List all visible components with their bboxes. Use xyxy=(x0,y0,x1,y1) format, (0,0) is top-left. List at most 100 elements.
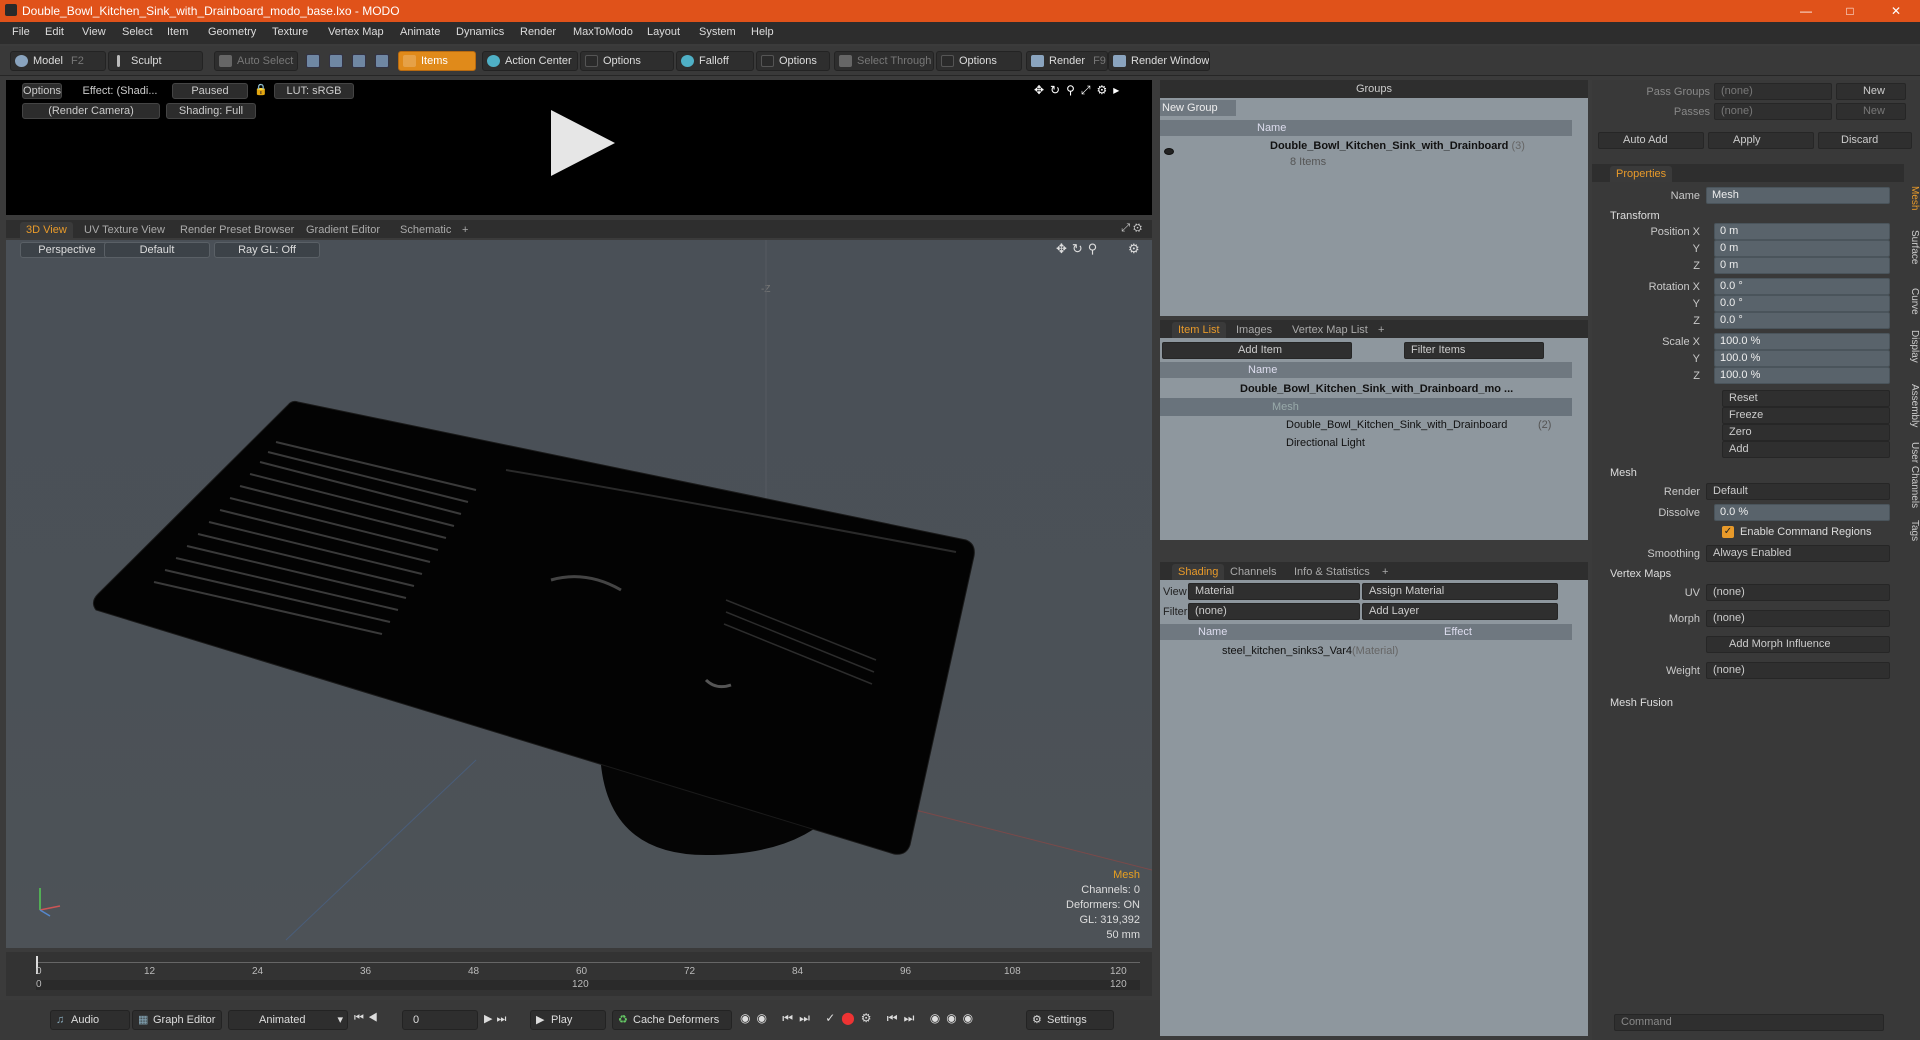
pass-groups-dropdown[interactable]: (none) xyxy=(1714,83,1832,100)
assign-material-button[interactable]: Assign Material xyxy=(1362,583,1558,600)
name-input[interactable]: Mesh xyxy=(1706,187,1890,204)
mesh-section[interactable]: Mesh xyxy=(1610,467,1637,479)
frame-input[interactable]: 0 xyxy=(402,1010,478,1030)
render-button[interactable]: Render F9 xyxy=(1026,51,1108,71)
position-y-input[interactable]: 0 m xyxy=(1714,240,1890,257)
next-key-icons[interactable]: ▶⏭ xyxy=(484,1012,510,1026)
command-input[interactable]: Command xyxy=(1614,1014,1884,1031)
menu-select[interactable]: Select xyxy=(122,26,153,38)
menu-maxtomodo[interactable]: MaxToModo xyxy=(573,26,633,38)
weight-dropdown[interactable]: (none) xyxy=(1706,662,1890,679)
menu-view[interactable]: View xyxy=(82,26,106,38)
shading-dropdown[interactable]: Shading: Full xyxy=(166,103,256,119)
add-layer-dropdown[interactable]: Add Layer xyxy=(1362,603,1558,620)
freeze-dropdown[interactable]: Freeze xyxy=(1722,407,1890,424)
side-tab-curve[interactable]: Curve xyxy=(1906,288,1920,315)
paused-button[interactable]: Paused xyxy=(172,83,248,99)
graph-editor-button[interactable]: ▦ Graph Editor xyxy=(132,1010,222,1030)
list-item[interactable]: Mesh xyxy=(1160,398,1572,416)
tab-images[interactable]: Images xyxy=(1230,322,1278,338)
menu-layout[interactable]: Layout xyxy=(647,26,680,38)
play-icon[interactable] xyxy=(551,110,615,176)
morph-dropdown[interactable]: (none) xyxy=(1706,610,1890,627)
group-item[interactable]: Double_Bowl_Kitchen_Sink_with_Drainboard… xyxy=(1270,140,1525,152)
select-through-button[interactable]: Select Through xyxy=(834,51,934,71)
menu-geometry[interactable]: Geometry xyxy=(208,26,256,38)
model-mode-button[interactable]: Model F2 xyxy=(10,51,106,71)
viewport-3d[interactable]: Perspective Default Ray GL: Off ✥↻⚲ ⚙ -Z… xyxy=(6,240,1152,948)
discard-button[interactable]: Discard xyxy=(1818,132,1912,149)
uv-dropdown[interactable]: (none) xyxy=(1706,584,1890,601)
render-window-button[interactable]: Render Window xyxy=(1108,51,1210,71)
tab-3d-view[interactable]: 3D View xyxy=(20,222,73,238)
menu-edit[interactable]: Edit xyxy=(45,26,64,38)
menu-help[interactable]: Help xyxy=(751,26,774,38)
timeline[interactable]: 0 12 24 36 48 60 72 84 96 108 120 0 120 … xyxy=(6,952,1152,996)
add-tab-button[interactable]: + xyxy=(456,222,474,238)
minimize-button[interactable]: — xyxy=(1786,2,1826,20)
effect-dropdown[interactable]: Effect: (Shadi... xyxy=(74,83,166,99)
tab-shading[interactable]: Shading xyxy=(1172,564,1225,580)
add-item-dropdown[interactable]: Add Item xyxy=(1162,342,1352,359)
scale-z-input[interactable]: 100.0 % xyxy=(1714,367,1890,384)
tab-item-list[interactable]: Item List xyxy=(1172,322,1226,338)
tab-info-statistics[interactable]: Info & Statistics xyxy=(1288,564,1376,580)
shader-row[interactable]: steel_kitchen_sinks3_Var4 (Material) xyxy=(1160,642,1572,660)
new-pass-button[interactable]: New xyxy=(1836,83,1906,100)
animated-dropdown[interactable]: Animated ▾ xyxy=(228,1010,348,1030)
lock-icon[interactable]: 🔒 xyxy=(254,83,268,99)
add-morph-influence-button[interactable]: Add Morph Influence xyxy=(1706,636,1890,653)
menu-texture[interactable]: Texture xyxy=(272,26,308,38)
menu-system[interactable]: System xyxy=(699,26,736,38)
menu-file[interactable]: File xyxy=(12,26,30,38)
settings-button[interactable]: ⚙ Settings xyxy=(1026,1010,1114,1030)
rotation-y-input[interactable]: 0.0 ° xyxy=(1714,295,1890,312)
tab-properties[interactable]: Properties xyxy=(1610,166,1673,182)
render-dropdown[interactable]: Default xyxy=(1706,483,1890,500)
vertices-mode-icon[interactable] xyxy=(306,54,320,68)
tab-render-preset-browser[interactable]: Render Preset Browser xyxy=(174,222,300,238)
audio-button[interactable]: ♫ Audio xyxy=(50,1010,130,1030)
action-center-button[interactable]: Action Center xyxy=(482,51,578,71)
smoothing-dropdown[interactable]: Always Enabled xyxy=(1706,545,1890,562)
apply-button[interactable]: Apply xyxy=(1708,132,1814,149)
tab-schematic[interactable]: Schematic xyxy=(394,222,457,238)
filter-items-input[interactable]: Filter Items xyxy=(1404,342,1544,359)
add-tab-button[interactable]: + xyxy=(1376,564,1394,580)
position-x-input[interactable]: 0 m xyxy=(1714,223,1890,240)
side-tab-display[interactable]: Display xyxy=(1906,330,1920,363)
side-tab-assembly[interactable]: Assembly xyxy=(1906,384,1920,427)
preview-nav-icons[interactable]: ✥↻⚲⤢⚙▸ xyxy=(1034,83,1125,98)
tab-gradient-editor[interactable]: Gradient Editor xyxy=(300,222,386,238)
preview-options-button[interactable]: Options xyxy=(22,83,62,99)
rotation-z-input[interactable]: 0.0 ° xyxy=(1714,312,1890,329)
list-item[interactable]: Double_Bowl_Kitchen_Sink_with_Drainboard… xyxy=(1160,416,1572,434)
vertex-maps-section[interactable]: Vertex Maps xyxy=(1610,568,1671,580)
new-group-button[interactable]: New Group xyxy=(1160,100,1236,116)
auto-select-button[interactable]: Auto Select xyxy=(214,51,298,71)
list-item[interactable]: Double_Bowl_Kitchen_Sink_with_Drainboard… xyxy=(1160,380,1572,398)
side-tab-tags[interactable]: Tags xyxy=(1906,520,1920,541)
render-preview[interactable]: Options Effect: (Shadi... Paused 🔒 LUT: … xyxy=(6,80,1152,215)
add-tab-button[interactable]: + xyxy=(1372,322,1390,338)
tab-channels[interactable]: Channels xyxy=(1224,564,1282,580)
side-tab-surface[interactable]: Surface xyxy=(1906,230,1920,264)
maximize-button[interactable]: □ xyxy=(1830,2,1870,20)
enable-command-regions-checkbox[interactable]: ✓ xyxy=(1722,526,1734,538)
action-center-options-button[interactable]: Options xyxy=(580,51,674,71)
prev-key-icons[interactable]: ⏮◀ xyxy=(354,1012,382,1025)
zero-dropdown[interactable]: Zero xyxy=(1722,424,1890,441)
transform-section[interactable]: Transform xyxy=(1610,210,1660,222)
side-tab-mesh[interactable]: Mesh xyxy=(1906,186,1920,210)
view-dropdown[interactable]: Material xyxy=(1188,583,1360,600)
play-button[interactable]: ▶ Play xyxy=(530,1010,606,1030)
menu-render[interactable]: Render xyxy=(520,26,556,38)
key-tools-icons[interactable]: ◉◉ ⏮⏭ ✓⬤⚙ ⏮⏭ ◉◉◉ xyxy=(740,1011,979,1026)
menu-dynamics[interactable]: Dynamics xyxy=(456,26,504,38)
edges-mode-icon[interactable] xyxy=(329,54,343,68)
cache-deformers-button[interactable]: ♻ Cache Deformers xyxy=(612,1010,732,1030)
rotation-x-input[interactable]: 0.0 ° xyxy=(1714,278,1890,295)
falloff-options-button[interactable]: Options xyxy=(756,51,830,71)
dissolve-input[interactable]: 0.0 % xyxy=(1714,504,1890,521)
tab-vertex-map-list[interactable]: Vertex Map List xyxy=(1286,322,1374,338)
